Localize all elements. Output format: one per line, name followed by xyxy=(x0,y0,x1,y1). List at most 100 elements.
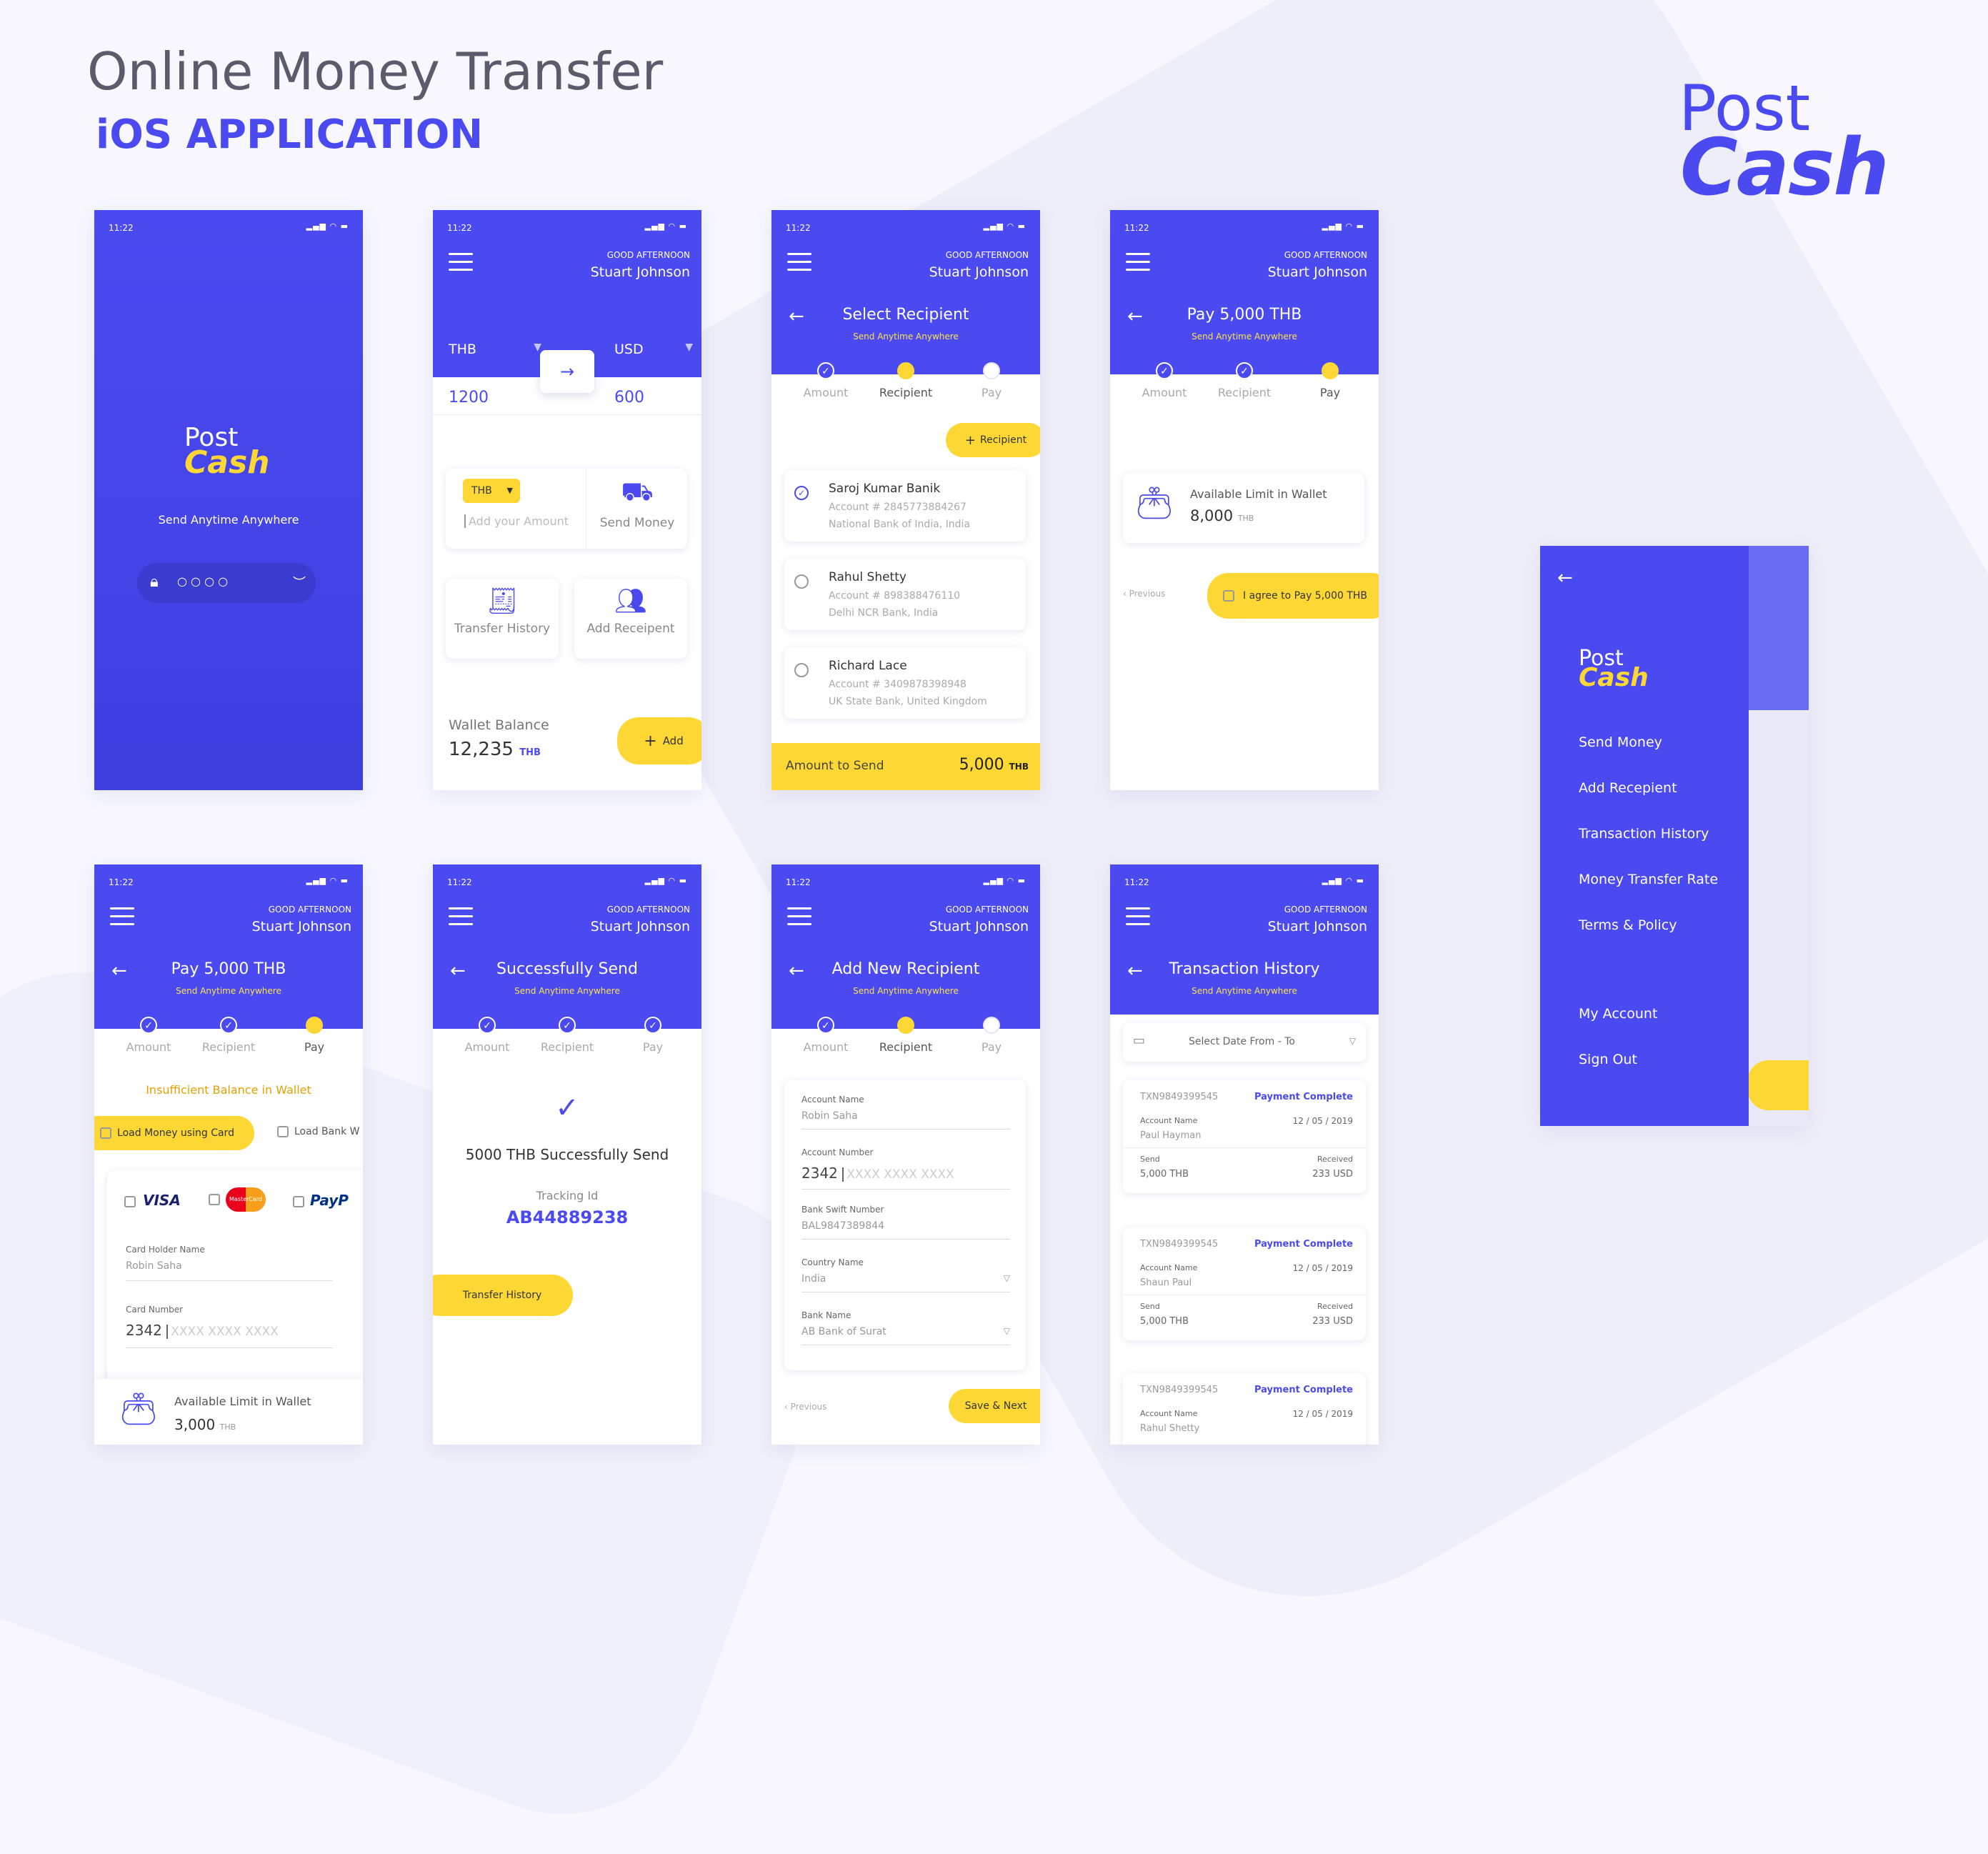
radio-unselected[interactable] xyxy=(794,663,809,677)
amount-to-send-bar[interactable]: Amount to Send 5,000 THB xyxy=(771,743,1040,790)
received-amount: 233 USD xyxy=(1312,1316,1353,1327)
currency-chip[interactable]: THB ▼ xyxy=(463,479,520,503)
amount-input[interactable]: Add your Amount xyxy=(464,514,569,528)
greeting: GOOD AFTERNOON Stuart Johnson xyxy=(929,904,1029,935)
status-icons: ▂▄▆ ◠ ▬ xyxy=(1322,876,1364,885)
back-arrow-icon[interactable]: ← xyxy=(1557,567,1573,589)
menu-icon[interactable] xyxy=(449,907,473,931)
send-money-button[interactable]: ⛟ Send Money xyxy=(587,469,687,549)
bank-select[interactable]: AB Bank of Surat ▽ xyxy=(801,1326,1010,1345)
header-bar: 11:22 ▂▄▆ ◠ ▬ GOOD AFTERNOON Stuart Johns… xyxy=(1110,210,1379,374)
menu-icon[interactable] xyxy=(787,253,811,276)
previous-link[interactable]: ‹ Previous xyxy=(784,1402,826,1412)
step-recipient: Recipient xyxy=(879,386,933,399)
add-recipient-button[interactable]: + Recipient xyxy=(946,423,1040,457)
holder-label: Card Holder Name xyxy=(126,1245,205,1255)
tracking-id: AB44889238 xyxy=(506,1207,629,1227)
menu-my-account[interactable]: My Account xyxy=(1579,1006,1657,1022)
agree-pay-button[interactable]: I agree to Pay 5,000 THB xyxy=(1207,573,1379,619)
recipient-card[interactable]: ✓ Saroj Kumar Banik Account # 2845773884… xyxy=(784,470,1026,542)
page-title: Online Money Transfer xyxy=(87,41,664,101)
menu-terms-policy[interactable]: Terms & Policy xyxy=(1579,917,1677,933)
swap-button[interactable]: → xyxy=(540,350,594,393)
account-name-input[interactable]: Robin Saha xyxy=(801,1110,1010,1130)
progress-steps: ✓ ✓ ✓ Amount Recipient Pay xyxy=(433,1017,701,1067)
status-icons: ▂▄▆ ◠ ▬ xyxy=(1322,221,1364,231)
status-time: 11:22 xyxy=(109,223,134,233)
menu-icon[interactable] xyxy=(110,907,134,931)
load-card-option[interactable]: Load Money using Card xyxy=(94,1116,254,1150)
visa-checkbox[interactable] xyxy=(124,1195,136,1207)
previous-link[interactable]: ‹ Previous xyxy=(1123,589,1165,599)
mastercard-logo: MasterCard xyxy=(226,1187,266,1212)
step-pay-check-icon: ✓ xyxy=(644,1017,661,1034)
transfer-history-button[interactable]: Transfer History xyxy=(433,1275,573,1316)
menu-sign-out[interactable]: Sign Out xyxy=(1579,1052,1637,1067)
mastercard-checkbox[interactable] xyxy=(209,1194,220,1205)
send-amount: 5,000 THB xyxy=(1140,1169,1189,1180)
account-number-label: Account Number xyxy=(801,1147,874,1157)
transaction-card[interactable]: TXN9849399545 Payment Complete Account N… xyxy=(1123,1227,1366,1340)
date-filter[interactable]: ▭ Select Date From - To ▽ xyxy=(1123,1023,1366,1062)
recipient-card[interactable]: Richard Lace Account # 3409878398948 UK … xyxy=(784,647,1026,719)
menu-transfer-rate[interactable]: Money Transfer Rate xyxy=(1579,872,1718,887)
status-time: 11:22 xyxy=(1124,877,1149,887)
menu-add-recipient[interactable]: Add Recepient xyxy=(1579,780,1677,796)
recipient-bank: National Bank of India, India xyxy=(829,519,970,530)
holder-input[interactable]: Robin Saha xyxy=(126,1260,333,1281)
screen-title: Pay 5,000 THB xyxy=(1187,306,1302,324)
menu-icon[interactable] xyxy=(1126,907,1150,931)
selected-check-icon[interactable]: ✓ xyxy=(794,486,809,500)
paypal-checkbox[interactable] xyxy=(293,1195,304,1207)
transaction-name: Rahul Shetty xyxy=(1140,1423,1200,1434)
transaction-card[interactable]: TXN9849399545 Payment Complete Account N… xyxy=(1123,1373,1366,1445)
success-message: 5000 THB Successfully Send xyxy=(465,1146,669,1163)
load-bank-checkbox[interactable] xyxy=(277,1126,289,1137)
screen-splash: 11:22 ▂▄▆ ◠ ▬ Post Cash Send Anytime Any… xyxy=(94,210,363,790)
header-bar: 11:22 ▂▄▆ ◠ ▬ GOOD AFTERNOON Stuart Johns… xyxy=(771,210,1040,374)
step-recipient-check-icon: ✓ xyxy=(1236,362,1253,379)
visa-option[interactable]: VISA xyxy=(124,1192,181,1209)
recipient-card[interactable]: Rahul Shetty Account # 898388476110 Delh… xyxy=(784,559,1026,630)
eye-closed-icon[interactable]: ︶ xyxy=(293,573,306,592)
add-funds-button[interactable]: + Add xyxy=(617,717,701,764)
recipient-name: Richard Lace xyxy=(829,659,907,673)
agree-checkbox[interactable] xyxy=(1223,590,1234,602)
status-badge: Payment Complete xyxy=(1254,1239,1353,1250)
chevron-down-icon: ▼ xyxy=(506,486,513,495)
status-icons: ▂▄▆ ◠ ▬ xyxy=(306,876,349,885)
step-pay: Pay xyxy=(642,1040,664,1054)
menu-icon[interactable] xyxy=(1126,253,1150,276)
to-amount[interactable]: 600 xyxy=(614,389,644,407)
menu-transaction-history[interactable]: Transaction History xyxy=(1579,826,1709,842)
status-icons: ▂▄▆ ◠ ▬ xyxy=(983,876,1026,885)
screen-tagline: Send Anytime Anywhere xyxy=(853,332,959,342)
card-number-input[interactable]: 2342 XXXX XXXX XXXX xyxy=(126,1322,333,1348)
menu-icon[interactable] xyxy=(787,907,811,931)
menu-icon[interactable] xyxy=(449,253,473,276)
mastercard-option[interactable]: MasterCard xyxy=(209,1187,266,1212)
progress-steps: ✓ ✓ Amount Recipient Pay xyxy=(1110,362,1379,413)
load-card-checkbox[interactable] xyxy=(100,1127,112,1139)
step-amount: Amount xyxy=(803,1040,849,1054)
paypal-option[interactable]: PayP xyxy=(293,1192,349,1209)
country-select[interactable]: India ▽ xyxy=(801,1273,1010,1292)
transaction-card[interactable]: TXN9849399545 Payment Complete Account N… xyxy=(1123,1080,1366,1193)
transfer-history-button[interactable]: 🧾︎ Transfer History xyxy=(446,579,559,659)
swift-input[interactable]: BAL9847389844 xyxy=(801,1220,1010,1240)
blurred-background xyxy=(1747,546,1809,1126)
account-number-input[interactable]: 2342 XXXX XXXX XXXX xyxy=(801,1165,1010,1190)
menu-send-money[interactable]: Send Money xyxy=(1579,734,1662,750)
screen-tagline: Send Anytime Anywhere xyxy=(1192,332,1297,342)
radio-unselected[interactable] xyxy=(794,574,809,589)
from-amount[interactable]: 1200 xyxy=(449,389,489,407)
from-currency-select[interactable]: THB ▼ xyxy=(449,342,541,357)
receipt-icon: 🧾︎ xyxy=(486,587,519,616)
pin-input[interactable]: 🔒︎ ○ ○ ○ ○ ︶ xyxy=(137,563,316,603)
status-time: 11:22 xyxy=(786,223,811,233)
recipient-form: Account Name Robin Saha Account Number 2… xyxy=(784,1080,1026,1370)
to-currency-select[interactable]: USD ▼ xyxy=(614,342,693,357)
add-recipient-button[interactable]: 👥︎ Add Receipent xyxy=(574,579,687,659)
save-next-button[interactable]: Save & Next xyxy=(949,1389,1040,1423)
load-bank-option[interactable]: Load Bank W xyxy=(277,1126,360,1137)
